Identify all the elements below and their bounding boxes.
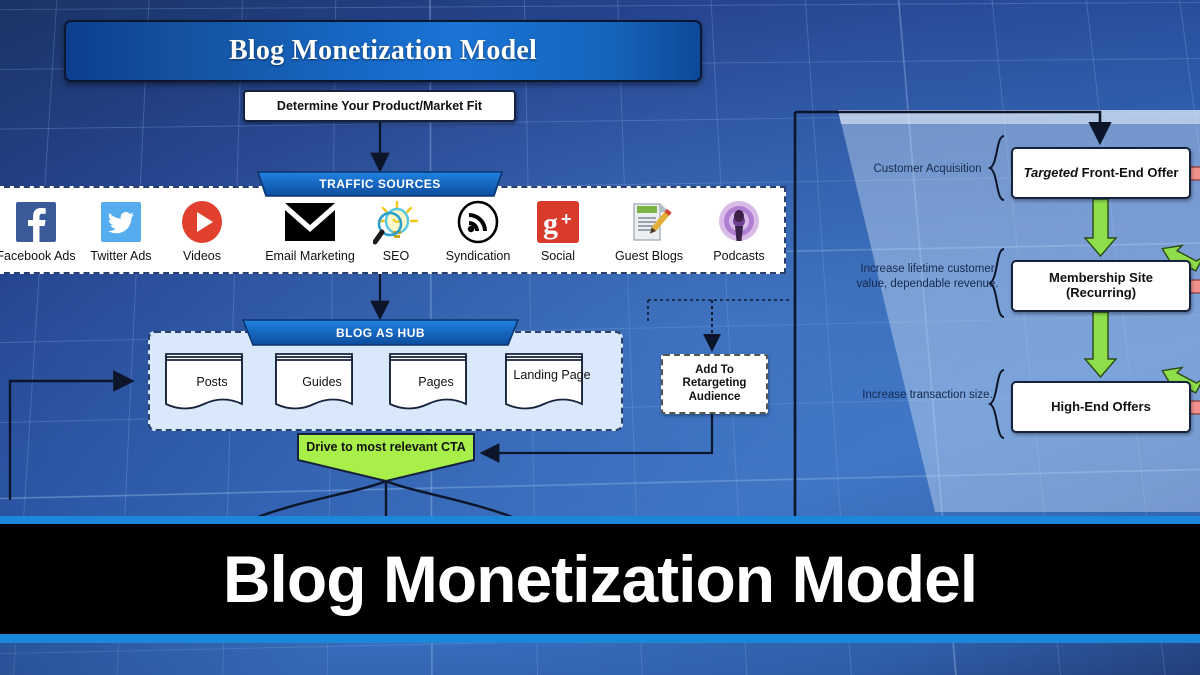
blog-as-hub-ribbon-label: BLOG AS HUB — [335, 326, 426, 340]
traffic-source-label: Social — [540, 249, 576, 263]
traffic-source-label: SEO — [382, 249, 410, 263]
document-pencil-icon — [603, 196, 695, 248]
hub-card-posts[interactable]: Posts — [166, 358, 258, 410]
traffic-source-facebook-ads[interactable]: Facebook Ads — [0, 196, 82, 263]
banner-bottom-strip — [0, 634, 1200, 643]
traffic-source-syndication[interactable]: Syndication — [432, 196, 524, 263]
diagram-title-banner: Blog Monetization Model — [64, 20, 702, 82]
product-market-fit-label: Determine Your Product/Market Fit — [276, 99, 483, 113]
lightbulb-magnifier-icon — [350, 196, 442, 248]
svg-text:+: + — [561, 209, 572, 229]
traffic-source-label: Videos — [183, 249, 221, 263]
retargeting-label: Add To Retargeting Audience — [682, 363, 747, 403]
funnel-box-label: Targeted Front-End Offer — [1023, 164, 1179, 181]
funnel-box-label-rest: Front-End Offer — [1078, 164, 1179, 180]
funnel-note-transaction-size: Increase transaction size. — [862, 389, 993, 401]
traffic-source-label: Email Marketing — [265, 249, 355, 263]
bottom-banner-title: Blog Monetization Model — [222, 542, 978, 616]
funnel-box-front-end-offer[interactable]: Targeted Front-End Offer — [1011, 147, 1191, 199]
cta-label: Drive to most relevant CTA — [306, 440, 466, 454]
traffic-source-label: Facebook Ads — [0, 249, 76, 263]
funnel-box-membership-site[interactable]: Membership Site (Recurring) — [1011, 260, 1191, 312]
svg-text:g: g — [543, 207, 558, 240]
hub-card-landing-page[interactable]: Landing Page — [506, 358, 598, 410]
funnel-box-label: High-End Offers — [1051, 398, 1151, 414]
cta-node[interactable]: Drive to most relevant CTA — [296, 433, 476, 481]
traffic-source-label: Podcasts — [713, 249, 765, 263]
traffic-source-guest-blogs[interactable]: Guest Blogs — [603, 196, 695, 263]
traffic-sources-ribbon-label: TRAFFIC SOURCES — [319, 177, 441, 191]
infographic-screenshot: Blog Monetization Model Determine Your P… — [0, 0, 1200, 675]
hub-card-guides[interactable]: Guides — [276, 358, 368, 410]
hub-card-label: Landing Page — [513, 368, 591, 382]
traffic-source-label: Twitter Ads — [90, 249, 152, 263]
traffic-source-label: Syndication — [445, 249, 511, 263]
google-plus-icon: g + — [512, 196, 604, 248]
traffic-source-label: Guest Blogs — [614, 249, 684, 263]
facebook-icon — [0, 196, 82, 248]
bottom-banner: Blog Monetization Model — [0, 524, 1200, 634]
traffic-source-social[interactable]: g + Social — [512, 196, 604, 263]
twitter-icon — [75, 196, 167, 248]
banner-top-strip — [0, 516, 1200, 524]
traffic-source-videos[interactable]: Videos — [156, 196, 248, 263]
funnel-box-label: Membership Site (Recurring) — [1048, 270, 1154, 300]
hub-card-label: Posts — [196, 375, 228, 389]
product-market-fit-box[interactable]: Determine Your Product/Market Fit — [243, 90, 516, 122]
funnel-note-customer-acquisition: Customer Acquisition — [873, 163, 982, 175]
traffic-source-podcasts[interactable]: Podcasts — [693, 196, 785, 263]
diagram-title-text: Blog Monetization Model — [229, 35, 537, 66]
traffic-source-twitter-ads[interactable]: Twitter Ads — [75, 196, 167, 263]
add-to-retargeting-audience-box[interactable]: Add To Retargeting Audience — [661, 354, 768, 414]
youtube-play-icon — [156, 196, 248, 248]
rss-icon — [432, 196, 524, 248]
traffic-source-email-marketing[interactable]: Email Marketing — [255, 196, 365, 263]
envelope-icon — [255, 196, 365, 248]
funnel-note-lifetime-value: Increase lifetime customer value, depend… — [856, 263, 999, 290]
hub-card-pages[interactable]: Pages — [390, 358, 482, 410]
hub-card-label: Pages — [418, 375, 454, 389]
hub-card-label: Guides — [302, 375, 342, 389]
podcast-microphone-icon — [693, 196, 785, 248]
traffic-source-seo[interactable]: SEO — [350, 196, 442, 263]
funnel-box-high-end-offers[interactable]: High-End Offers — [1011, 381, 1191, 433]
funnel-box-label-emphasis: Targeted — [1023, 164, 1079, 180]
